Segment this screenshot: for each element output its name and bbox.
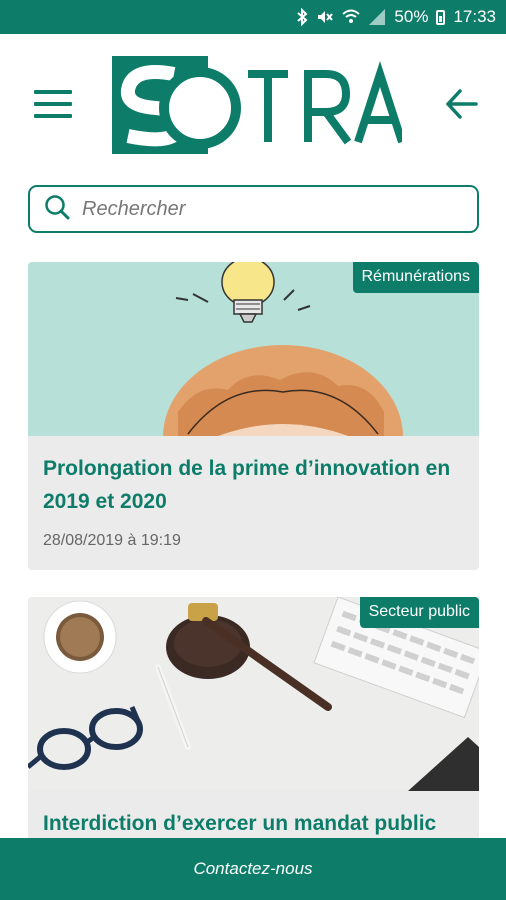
search-icon	[44, 194, 70, 225]
app-header	[0, 34, 506, 174]
search-input[interactable]	[82, 197, 442, 221]
article-card[interactable]: Rémunérations Prolongation de la prime d…	[28, 262, 479, 570]
article-card[interactable]: Secteur public Interdiction d’exercer un…	[28, 597, 479, 857]
wifi-icon	[342, 8, 361, 26]
battery-percent: 50%	[394, 7, 429, 26]
clock: 17:33	[453, 7, 496, 26]
mute-icon	[316, 8, 334, 26]
contact-button[interactable]: Contactez-nous	[0, 838, 506, 900]
article-date: 28/08/2019 à 19:19	[43, 532, 181, 549]
signal-icon	[368, 8, 386, 26]
bluetooth-icon	[296, 8, 308, 26]
article-image: Rémunérations	[28, 262, 479, 436]
search-bar[interactable]	[28, 185, 479, 233]
article-title[interactable]: Interdiction d’exercer un mandat public	[28, 791, 479, 840]
sotra-logo	[112, 56, 406, 154]
article-image: Secteur public	[28, 597, 479, 791]
hamburger-menu-icon[interactable]	[34, 90, 72, 118]
category-badge: Rémunérations	[352, 262, 479, 293]
article-title[interactable]: Prolongation de la prime d’innovation en…	[28, 436, 479, 518]
status-bar: 50% 17:33	[0, 0, 506, 34]
category-badge: Secteur public	[359, 597, 479, 628]
battery-icon	[436, 9, 446, 25]
arrow-left-icon[interactable]	[444, 86, 480, 122]
